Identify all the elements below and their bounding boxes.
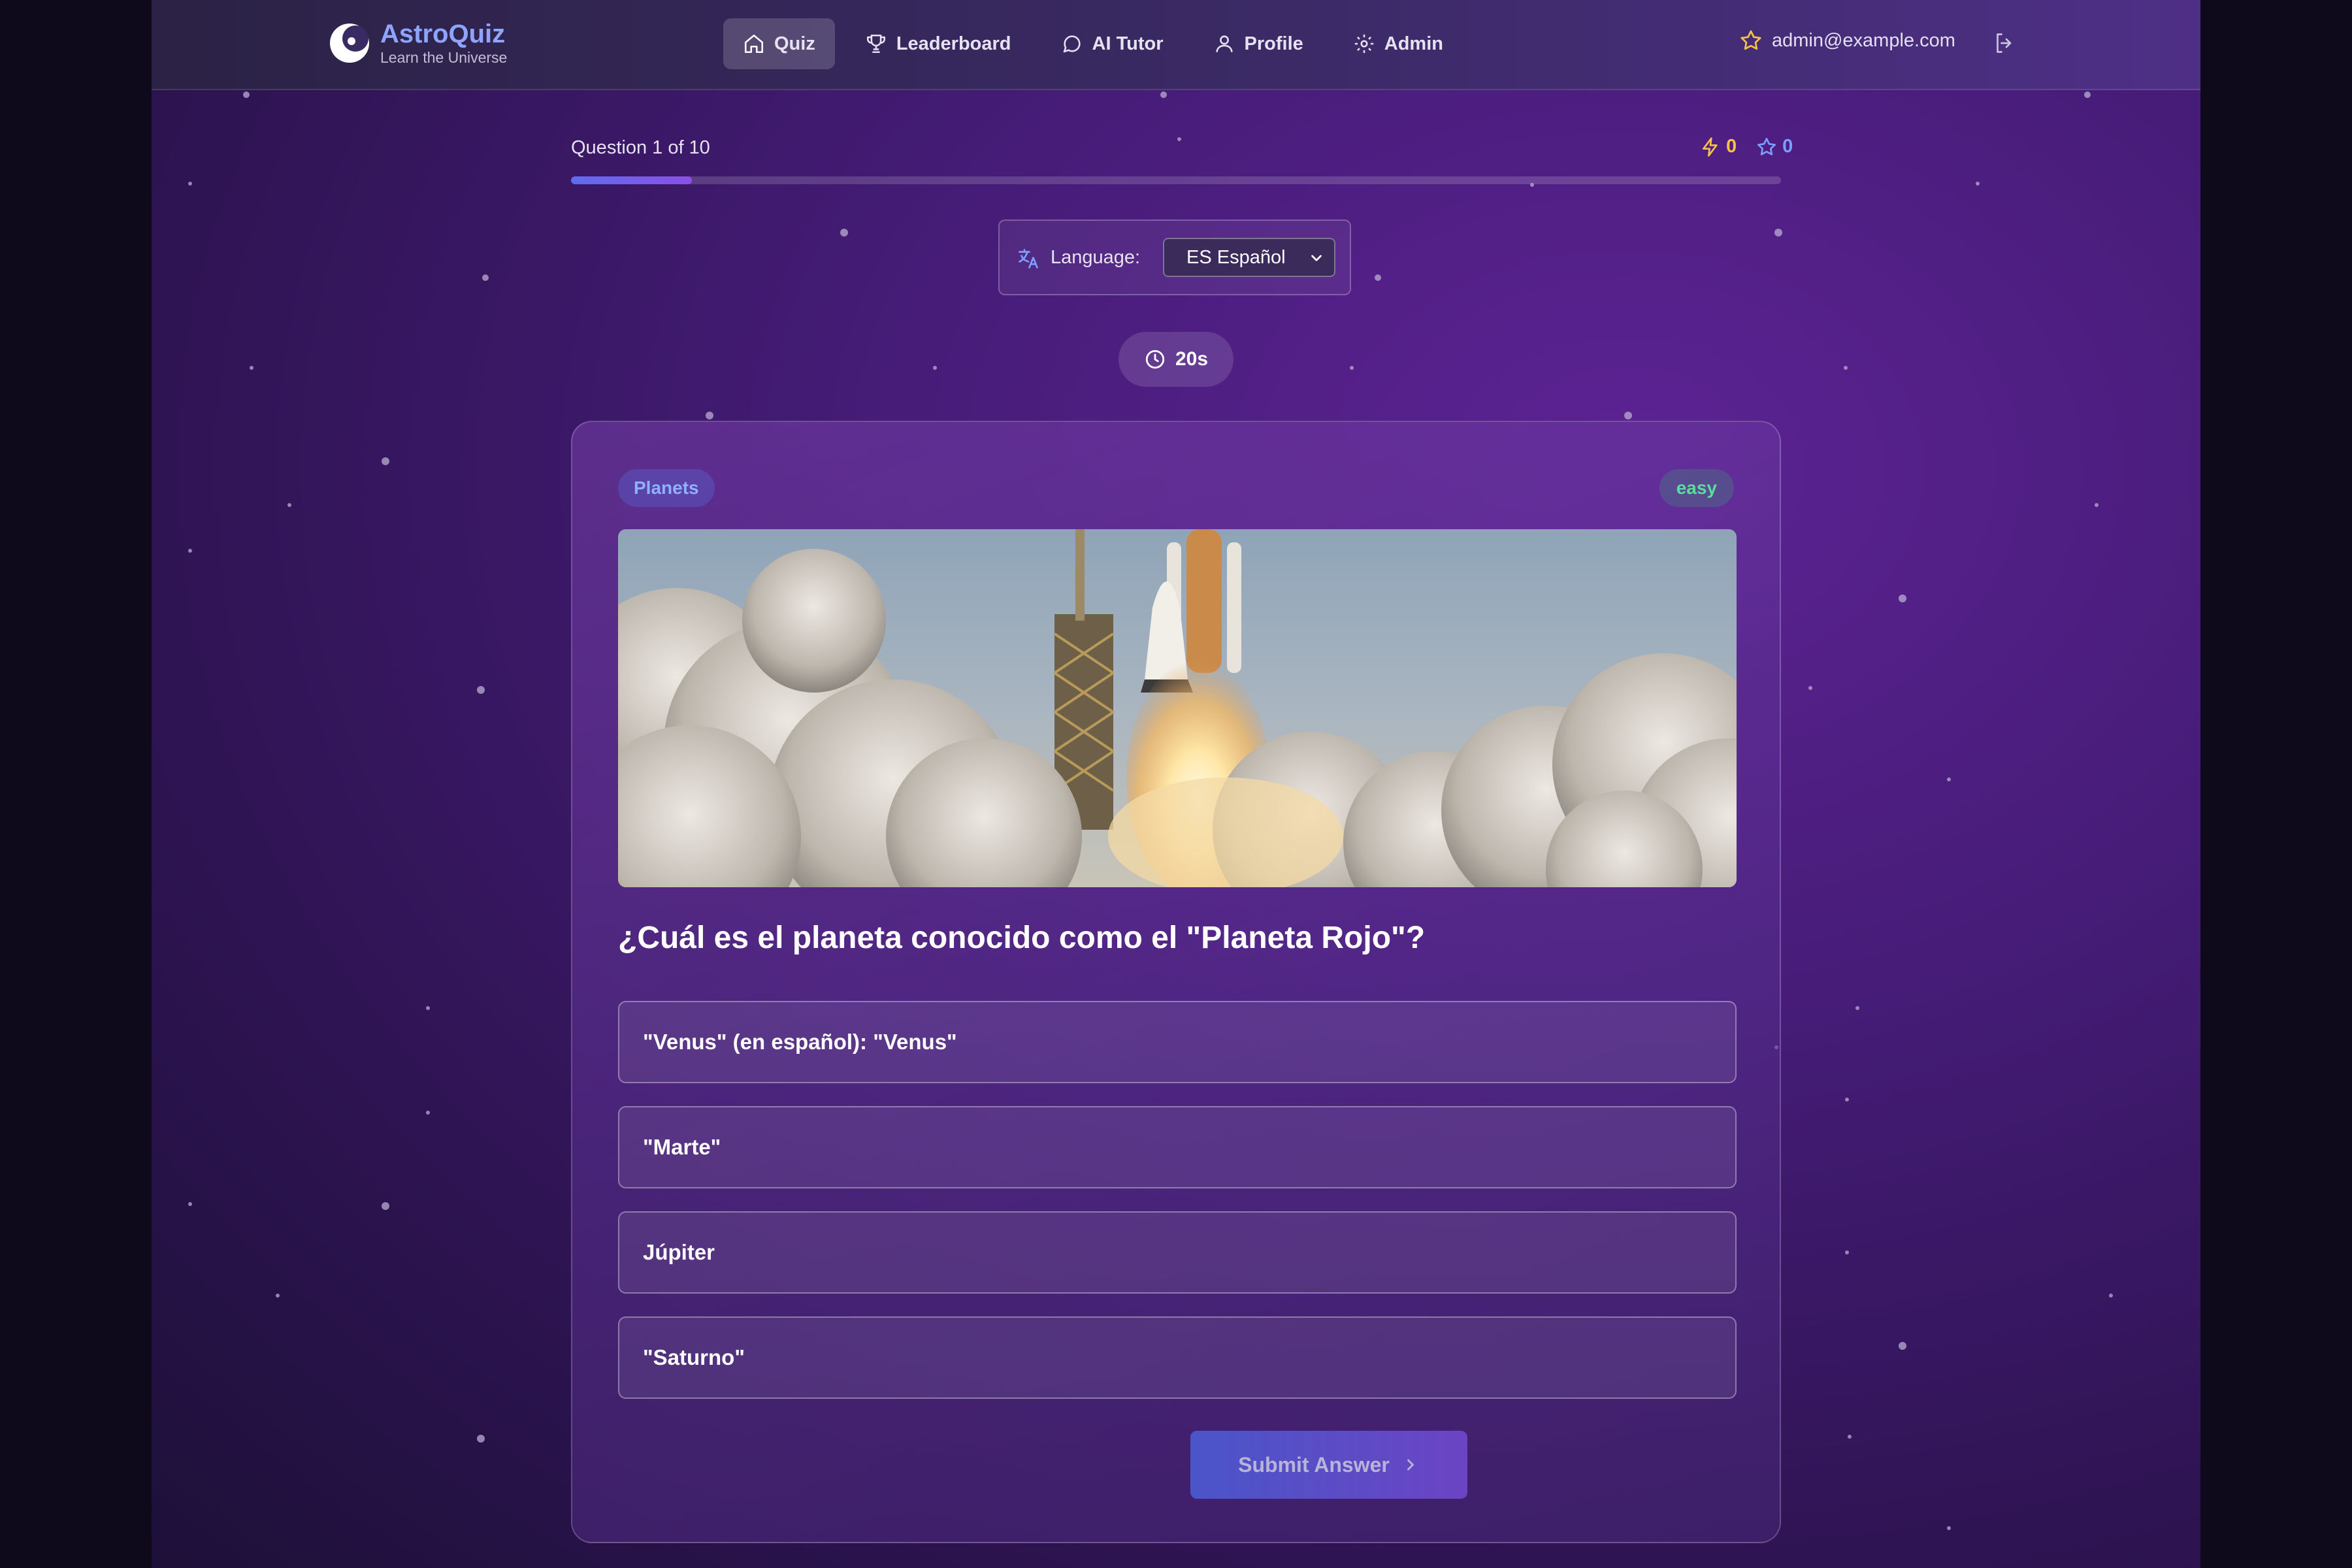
- gear-icon: [1354, 34, 1373, 54]
- nav-quiz-label: Quiz: [774, 33, 815, 54]
- shuttle-launch-image: [618, 529, 1737, 887]
- background-star: [477, 1435, 485, 1443]
- language-label: Language:: [1051, 247, 1141, 268]
- background-star: [287, 503, 291, 507]
- progress-bar: [571, 176, 1781, 184]
- background-star: [933, 366, 937, 370]
- top-navbar: AstroQuiz Learn the Universe Quiz Leader…: [152, 0, 2200, 90]
- home-icon: [744, 34, 764, 54]
- background-star: [482, 274, 489, 281]
- question-text: ¿Cuál es el planeta conocido como el "Pl…: [618, 921, 1426, 955]
- stars-stat: 0: [1756, 136, 1793, 157]
- timer-value: 20s: [1175, 348, 1209, 370]
- logout-icon[interactable]: [1993, 31, 2016, 55]
- background-star: [2095, 503, 2099, 507]
- background-star: [1845, 1098, 1849, 1102]
- nav-admin[interactable]: Admin: [1333, 18, 1463, 69]
- background-star: [1350, 366, 1354, 370]
- nav-admin-label: Admin: [1384, 33, 1443, 54]
- background-star: [1855, 1006, 1859, 1010]
- background-star: [276, 1294, 280, 1298]
- background-star: [382, 1202, 389, 1210]
- background-star: [1177, 137, 1181, 141]
- nav-ai-tutor-label: AI Tutor: [1092, 33, 1164, 54]
- answer-option-4[interactable]: "Saturno": [618, 1316, 1737, 1399]
- nav-leaderboard[interactable]: Leaderboard: [845, 18, 1031, 69]
- background-star: [2109, 1294, 2113, 1298]
- user-icon: [1215, 35, 1233, 52]
- background-star: [1808, 686, 1812, 690]
- streak-value: 0: [1726, 136, 1737, 157]
- submit-answer-button[interactable]: Submit Answer: [1190, 1431, 1467, 1499]
- background-star: [477, 686, 485, 694]
- chevron-right-icon: [1407, 1459, 1414, 1471]
- language-selector-panel: Language: ES Español: [998, 220, 1351, 295]
- background-star: [1160, 91, 1167, 98]
- star-outline-icon: [1740, 30, 1761, 50]
- app-root: AstroQuiz Learn the Universe Quiz Leader…: [152, 0, 2200, 1568]
- submit-answer-label: Submit Answer: [1238, 1452, 1390, 1477]
- user-account[interactable]: admin@example.com: [1739, 29, 1955, 52]
- background-star: [1976, 182, 1980, 186]
- background-star: [2084, 91, 2091, 98]
- answer-option-2[interactable]: "Marte": [618, 1106, 1737, 1188]
- background-star: [1845, 1250, 1849, 1254]
- nav-leaderboard-label: Leaderboard: [896, 33, 1011, 54]
- background-star: [1375, 274, 1381, 281]
- user-email: admin@example.com: [1772, 29, 1955, 51]
- nav-profile-label: Profile: [1244, 33, 1303, 54]
- stars-value: 0: [1782, 136, 1793, 157]
- question-image: [618, 529, 1737, 887]
- nav-quiz[interactable]: Quiz: [723, 18, 835, 69]
- bolt-icon: [1703, 137, 1718, 157]
- background-star: [188, 1202, 192, 1206]
- nav-ai-tutor[interactable]: AI Tutor: [1041, 18, 1183, 69]
- background-star: [426, 1111, 430, 1115]
- chat-bubble-icon: [1063, 35, 1081, 53]
- background-star: [1899, 1342, 1906, 1350]
- background-star: [706, 412, 713, 419]
- background-star: [188, 182, 192, 186]
- difficulty-badge: easy: [1659, 469, 1734, 507]
- app-name: AstroQuiz: [380, 20, 506, 48]
- background-star: [1899, 595, 1906, 602]
- category-badge: Planets: [618, 469, 715, 507]
- progress-fill: [571, 176, 693, 184]
- background-star: [243, 91, 250, 98]
- background-star: [1848, 1435, 1852, 1439]
- background-star: [1947, 777, 1951, 781]
- answer-option-3[interactable]: Júpiter: [618, 1211, 1737, 1294]
- background-star: [840, 229, 848, 237]
- nav-profile[interactable]: Profile: [1194, 18, 1323, 69]
- clock-icon: [1145, 350, 1165, 369]
- main-nav: Quiz Leaderboard AI Tutor Profile Admin: [723, 18, 1473, 69]
- background-star: [382, 457, 389, 465]
- countdown-timer: 20s: [1119, 332, 1233, 387]
- background-star: [250, 366, 253, 370]
- trophy-icon: [866, 34, 885, 54]
- language-selected-value: ES Español: [1186, 246, 1286, 268]
- background-star: [1844, 366, 1848, 370]
- brand[interactable]: AstroQuiz Learn the Universe: [328, 20, 507, 67]
- score-stats: 0 0: [1680, 136, 1793, 157]
- chevron-down-icon: [1311, 255, 1322, 261]
- translate-icon: [1019, 249, 1038, 269]
- answer-option-1[interactable]: "Venus" (en español): "Venus": [618, 1001, 1737, 1083]
- background-star: [188, 549, 192, 553]
- streak-stat: 0: [1700, 136, 1737, 157]
- moon-logo-icon: [330, 24, 369, 63]
- question-counter: Question 1 of 10: [571, 137, 710, 158]
- background-star: [1774, 229, 1782, 237]
- language-select[interactable]: ES Español: [1163, 238, 1335, 277]
- star-icon: [1757, 137, 1776, 155]
- background-star: [1624, 412, 1632, 419]
- app-tagline: Learn the Universe: [380, 49, 508, 66]
- background-star: [1947, 1526, 1951, 1530]
- question-card: Planets easy ¿Cuál es el planeta conocid…: [571, 421, 1781, 1543]
- background-star: [426, 1006, 430, 1010]
